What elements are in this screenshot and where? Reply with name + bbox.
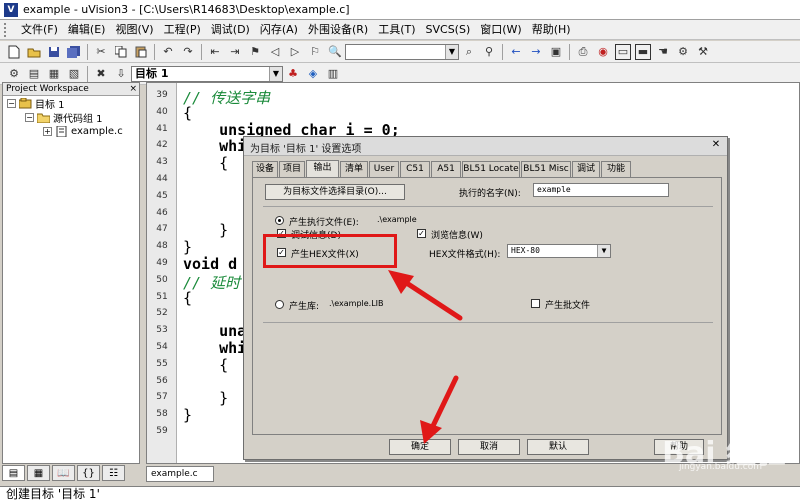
baidu-watermark: Bai 经验 jingyan.baidu.com [594,422,794,478]
arrow-to-ok-button [420,375,459,444]
arrow-to-hex-option [388,270,463,321]
watermark-subtext: jingyan.baidu.com [678,462,762,472]
